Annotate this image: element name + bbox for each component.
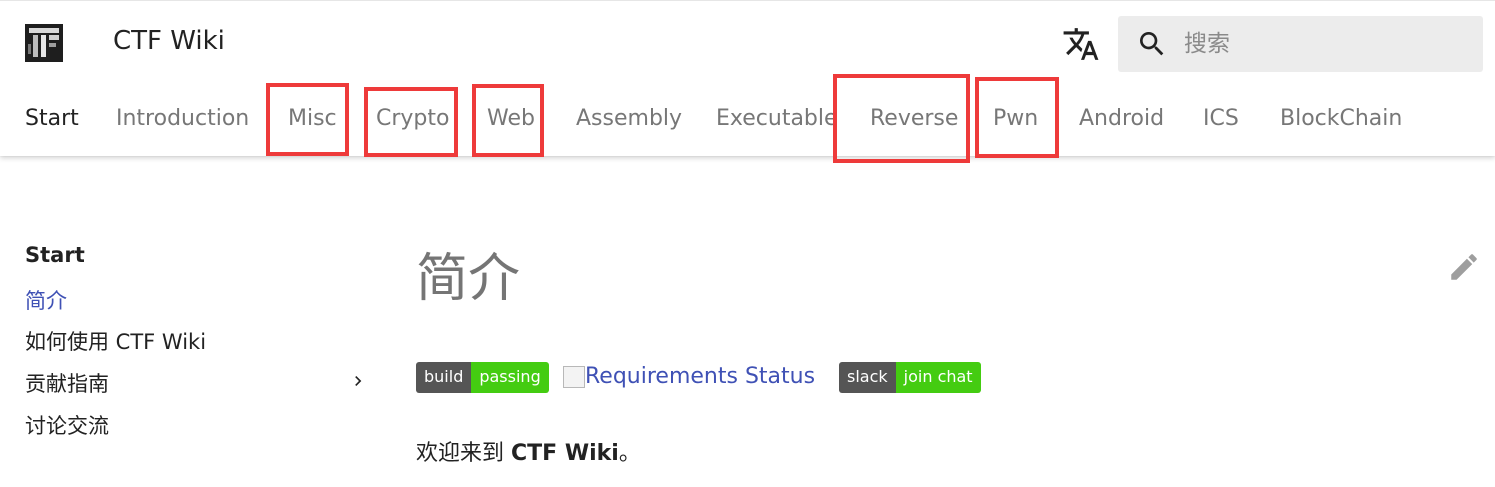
- page-title: 简介: [416, 249, 521, 309]
- search-input[interactable]: [1184, 16, 1474, 72]
- requirements-status-image[interactable]: Requirements Status: [563, 364, 815, 398]
- sidebar-item-contribute[interactable]: 贡献指南: [25, 368, 109, 398]
- badge-value: join chat: [895, 362, 981, 393]
- welcome-prefix: 欢迎来到: [416, 441, 511, 466]
- broken-image-icon: [563, 366, 585, 388]
- welcome-site-name: CTF Wiki: [511, 441, 619, 466]
- build-status-badge[interactable]: build passing: [416, 362, 549, 393]
- welcome-text: 欢迎来到 CTF Wiki。: [416, 435, 641, 467]
- tab-ics[interactable]: ICS: [1203, 106, 1239, 131]
- badge-label: slack: [839, 362, 896, 393]
- welcome-suffix: 。: [618, 441, 641, 466]
- sidebar-item-intro[interactable]: 简介: [25, 285, 67, 315]
- highlight-box-misc: [266, 83, 349, 156]
- slack-badge[interactable]: slack join chat: [839, 362, 981, 393]
- highlight-box-reverse: [833, 74, 970, 163]
- ctf-wiki-logo[interactable]: [25, 24, 63, 62]
- highlight-box-web: [472, 84, 544, 157]
- search-box[interactable]: [1118, 16, 1483, 72]
- search-icon: [1140, 32, 1164, 56]
- translate-icon[interactable]: [1062, 25, 1100, 63]
- sidebar-heading: Start: [25, 243, 85, 267]
- tab-start[interactable]: Start: [25, 106, 79, 131]
- top-header: CTF Wiki Start Introduction Misc Crypto …: [0, 0, 1495, 163]
- chevron-right-icon[interactable]: [348, 371, 368, 391]
- site-title[interactable]: CTF Wiki: [113, 26, 225, 56]
- tab-assembly[interactable]: Assembly: [576, 106, 682, 131]
- badge-value: passing: [471, 362, 549, 393]
- requirements-status-alt-text: Requirements Status: [585, 364, 816, 389]
- sidebar-item-how-to-use[interactable]: 如何使用 CTF Wiki: [25, 326, 206, 356]
- edit-pencil-icon[interactable]: [1447, 250, 1481, 284]
- highlight-box-crypto: [364, 87, 458, 157]
- tab-executable[interactable]: Executable: [716, 106, 838, 131]
- sidebar-item-discussion[interactable]: 讨论交流: [25, 410, 109, 440]
- highlight-box-pwn: [975, 77, 1059, 158]
- tab-android[interactable]: Android: [1079, 106, 1164, 131]
- badge-label: build: [416, 362, 472, 393]
- tab-introduction[interactable]: Introduction: [116, 106, 249, 131]
- tab-blockchain[interactable]: BlockChain: [1280, 106, 1402, 131]
